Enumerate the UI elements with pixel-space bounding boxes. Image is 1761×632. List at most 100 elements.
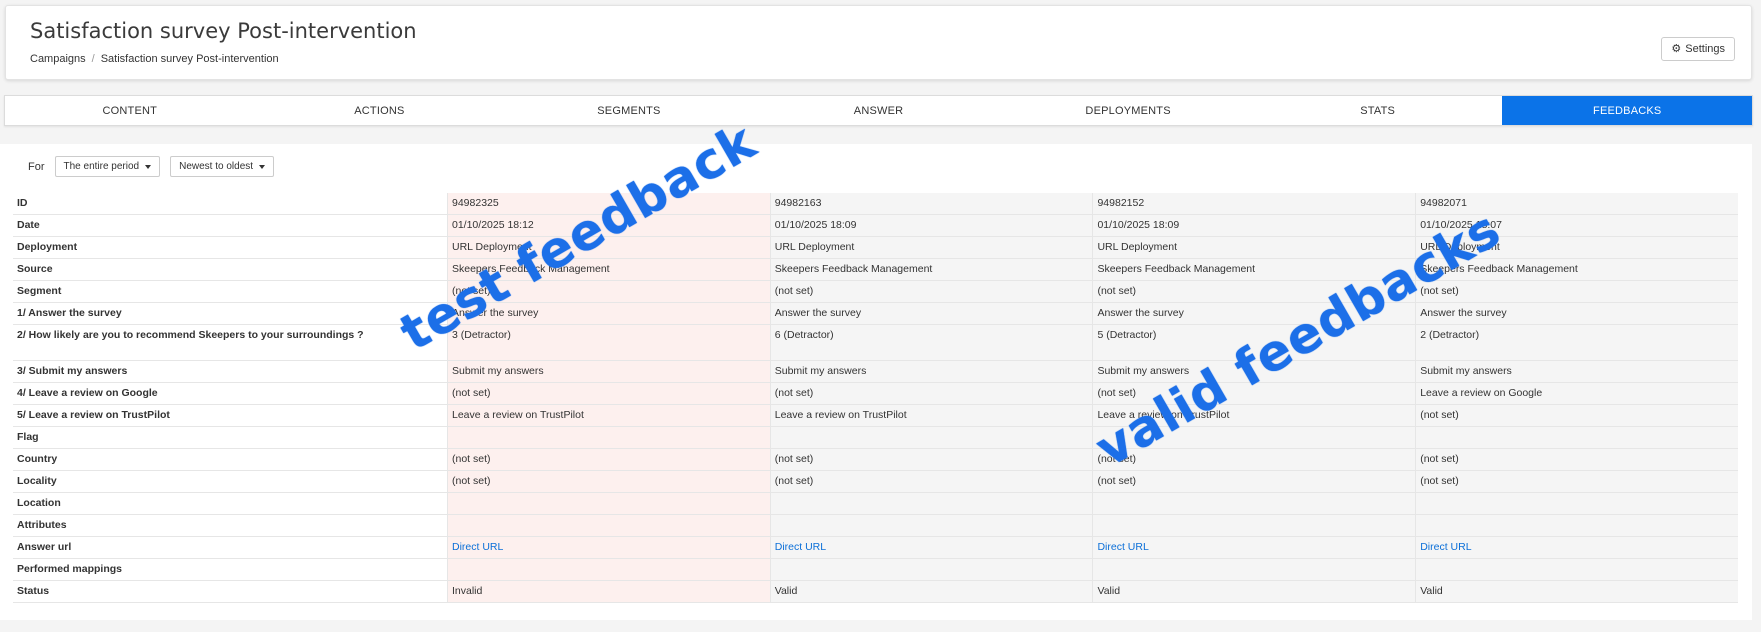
table-cell: 5 (Detractor) xyxy=(1092,324,1416,361)
table-cell xyxy=(1415,558,1738,581)
table-cell: Skeepers Feedback Management xyxy=(1092,258,1416,281)
direct-url-link[interactable]: Direct URL xyxy=(1420,541,1471,553)
table-cell: Skeepers Feedback Management xyxy=(1415,258,1738,281)
row-label: Performed mappings xyxy=(13,558,448,581)
table-cell: 3 (Detractor) xyxy=(447,324,771,361)
row-label: 4/ Leave a review on Google xyxy=(13,382,448,405)
caret-down-icon xyxy=(259,164,266,169)
table-cell: Skeepers Feedback Management xyxy=(447,258,771,281)
table-cell: Direct URL xyxy=(447,536,771,559)
table-cell: (not set) xyxy=(769,448,1093,471)
table-cell xyxy=(1415,514,1738,537)
feedbacks-table: ID 94982325 94982163 94982152 94982071 Date 01… xyxy=(13,193,1738,603)
tab-feedbacks[interactable]: FEEDBACKS xyxy=(1502,96,1753,125)
table-cell: (not set) xyxy=(447,382,771,405)
tab-bar: CONTENT ACTIONS SEGMENTS ANSWER DEPLOYME… xyxy=(4,95,1753,126)
settings-button[interactable]: ⚙ Settings xyxy=(1661,37,1735,61)
table-row: Flag xyxy=(13,426,1738,449)
table-cell: (not set) xyxy=(769,470,1093,493)
tab-actions[interactable]: ACTIONS xyxy=(255,96,505,125)
sort-order-value: Newest to oldest xyxy=(179,161,254,172)
table-cell: Submit my answers xyxy=(1415,360,1738,383)
tab-deployments[interactable]: DEPLOYMENTS xyxy=(1003,96,1253,125)
table-row: 5/ Leave a review on TrustPilot Leave a r… xyxy=(13,404,1738,427)
row-label: Answer url xyxy=(13,536,448,559)
table-row: 3/ Submit my answers Submit my answers Sub… xyxy=(13,360,1738,383)
tab-stats[interactable]: STATS xyxy=(1253,96,1503,125)
table-cell: (not set) xyxy=(1092,280,1416,303)
table-cell xyxy=(1415,492,1738,515)
table-cell: 01/10/2025 18:07 xyxy=(1415,214,1738,237)
row-label: Status xyxy=(13,580,448,603)
table-cell: (not set) xyxy=(447,448,771,471)
row-label: Source xyxy=(13,258,448,281)
direct-url-link[interactable]: Direct URL xyxy=(1097,541,1148,553)
table-cell: Valid xyxy=(1092,580,1416,603)
table-cell: Answer the survey xyxy=(447,302,771,325)
page-header: Satisfaction survey Post-intervention Ca… xyxy=(5,5,1752,80)
table-cell: (not set) xyxy=(447,280,771,303)
breadcrumb-campaigns[interactable]: Campaigns xyxy=(30,53,86,65)
table-row: Attributes xyxy=(13,514,1738,537)
direct-url-link[interactable]: Direct URL xyxy=(452,541,503,553)
settings-label: Settings xyxy=(1685,43,1725,55)
table-cell: 2 (Detractor) xyxy=(1415,324,1738,361)
table-row: 4/ Leave a review on Google (not set) (not… xyxy=(13,382,1738,405)
page-title: Satisfaction survey Post-intervention xyxy=(30,19,417,43)
table-cell: Direct URL xyxy=(1415,536,1738,559)
row-label: Date xyxy=(13,214,448,237)
table-row: Deployment URL Deployment URL Deployment UR… xyxy=(13,236,1738,259)
feedbacks-panel: For The entire period Newest to oldest I… xyxy=(0,144,1752,620)
sort-order-dropdown[interactable]: Newest to oldest xyxy=(170,156,275,177)
table-cell: 01/10/2025 18:09 xyxy=(1092,214,1416,237)
table-cell: Answer the survey xyxy=(1415,302,1738,325)
table-cell xyxy=(769,426,1093,449)
gear-icon: ⚙ xyxy=(1671,42,1682,55)
table-cell: Submit my answers xyxy=(1092,360,1416,383)
row-label: 5/ Leave a review on TrustPilot xyxy=(13,404,448,427)
row-label: 1/ Answer the survey xyxy=(13,302,448,325)
table-cell: Invalid xyxy=(447,580,771,603)
table-cell: 6 (Detractor) xyxy=(769,324,1093,361)
table-cell: Valid xyxy=(1415,580,1738,603)
table-cell xyxy=(447,558,771,581)
row-label: Locality xyxy=(13,470,448,493)
table-cell xyxy=(1092,426,1416,449)
row-label: Location xyxy=(13,492,448,515)
row-label: Deployment xyxy=(13,236,448,259)
table-cell xyxy=(447,426,771,449)
table-cell xyxy=(447,514,771,537)
table-cell: Skeepers Feedback Management xyxy=(769,258,1093,281)
tab-content[interactable]: CONTENT xyxy=(5,96,255,125)
table-cell: URL Deployment xyxy=(1415,236,1738,259)
table-cell xyxy=(1092,558,1416,581)
period-dropdown[interactable]: The entire period xyxy=(54,156,161,177)
direct-url-link[interactable]: Direct URL xyxy=(775,541,826,553)
table-cell: 94982071 xyxy=(1415,193,1738,215)
tab-segments[interactable]: SEGMENTS xyxy=(504,96,754,125)
table-cell: (not set) xyxy=(1092,382,1416,405)
table-cell: 01/10/2025 18:12 xyxy=(447,214,771,237)
table-row: 1/ Answer the survey Answer the survey Ans… xyxy=(13,302,1738,325)
table-cell: Submit my answers xyxy=(447,360,771,383)
table-row: ID 94982325 94982163 94982152 94982071 xyxy=(13,193,1738,215)
table-cell: 94982152 xyxy=(1092,193,1416,215)
row-label: ID xyxy=(13,193,448,215)
table-row: Answer url Direct URL Direct URL Direct URL… xyxy=(13,536,1738,559)
breadcrumb-separator: / xyxy=(91,53,95,65)
table-cell: (not set) xyxy=(447,470,771,493)
table-cell: Submit my answers xyxy=(769,360,1093,383)
table-cell: Leave a review on Google xyxy=(1415,382,1738,405)
table-cell xyxy=(769,492,1093,515)
table-row: Segment (not set) (not set) (not set) (not s… xyxy=(13,280,1738,303)
table-cell: (not set) xyxy=(1415,448,1738,471)
row-label: 3/ Submit my answers xyxy=(13,360,448,383)
table-cell: 94982325 xyxy=(447,193,771,215)
filter-for-label: For xyxy=(28,160,45,173)
period-value: The entire period xyxy=(63,161,140,172)
breadcrumb-current: Satisfaction survey Post-intervention xyxy=(100,53,279,65)
table-cell xyxy=(447,492,771,515)
tab-answer[interactable]: ANSWER xyxy=(754,96,1004,125)
row-label: Attributes xyxy=(13,514,448,537)
table-row: Location xyxy=(13,492,1738,515)
